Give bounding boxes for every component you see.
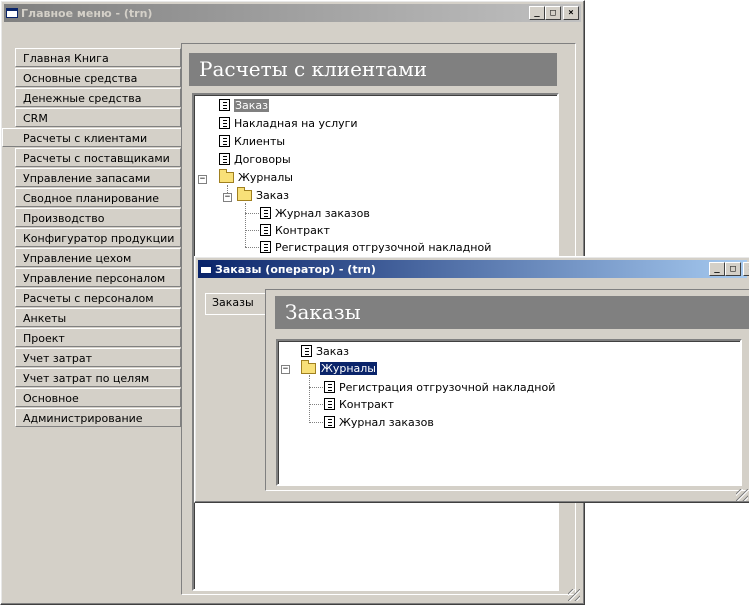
tree-node-order[interactable]: Заказ (301, 343, 349, 359)
document-icon (219, 135, 230, 147)
nav-item-fixed-assets[interactable]: Основные средства (15, 68, 181, 87)
nav-item-cash[interactable]: Денежные средства (15, 88, 181, 107)
nav-item-supplier-settlements[interactable]: Расчеты с поставщиками (15, 148, 181, 167)
tree-node-service-invoice[interactable]: Накладная на услуги (219, 115, 358, 131)
nav-item-questionnaires[interactable]: Анкеты (15, 308, 181, 327)
document-icon (219, 153, 230, 165)
module-tab-list: Главная Книга Основные средства Денежные… (2, 48, 181, 428)
nav-item-product-configurator[interactable]: Конфигуратор продукции (15, 228, 181, 247)
document-icon (260, 241, 271, 253)
document-icon (219, 117, 230, 129)
nav-item-target-costing[interactable]: Учет затрат по целям (15, 368, 181, 387)
nav-item-production[interactable]: Производство (15, 208, 181, 227)
close-icon[interactable]: × (743, 262, 749, 276)
folder-icon (237, 186, 252, 201)
tree-node-shipping-registration[interactable]: Регистрация отгрузочной накладной (324, 379, 555, 395)
document-icon (219, 99, 230, 111)
tab-orders[interactable]: Заказы (205, 293, 265, 315)
folder-icon (219, 168, 234, 183)
nav-item-general-ledger[interactable]: Главная Книга (15, 48, 181, 67)
orders-page-title: Заказы (275, 296, 749, 329)
nav-item-project[interactable]: Проект (15, 328, 181, 347)
nav-item-hr[interactable]: Управление персоналом (15, 268, 181, 287)
tree-node-orders-journal[interactable]: Журнал заказов (324, 414, 434, 430)
main-window-titlebar[interactable]: Главное меню - (trn) _ □ × (4, 4, 581, 22)
document-icon (260, 224, 271, 236)
tree-node-orders-journal[interactable]: Журнал заказов (260, 205, 370, 221)
nav-item-master-planning[interactable]: Сводное планирование (15, 188, 181, 207)
nav-item-inventory[interactable]: Управление запасами (15, 168, 181, 187)
nav-item-cost-accounting[interactable]: Учет затрат (15, 348, 181, 367)
nav-item-payroll[interactable]: Расчеты с персоналом (15, 288, 181, 307)
nav-item-basic[interactable]: Основное (15, 388, 181, 407)
orders-tree-view[interactable]: Заказ − Журналы Регистрация отгрузочной … (276, 339, 742, 486)
main-window-title: Главное меню - (trn) (21, 6, 153, 20)
window-icon (6, 8, 18, 18)
collapse-icon[interactable]: − (223, 193, 232, 202)
tree-node-order-folder[interactable]: Заказ (237, 186, 289, 203)
tree-node-contract[interactable]: Контракт (260, 222, 330, 238)
maximize-icon[interactable]: □ (725, 262, 741, 276)
page-title: Расчеты с клиентами (189, 53, 557, 86)
nav-item-shop-floor[interactable]: Управление цехом (15, 248, 181, 267)
tree-node-journals[interactable]: Журналы (219, 168, 293, 185)
minimize-icon[interactable]: _ (529, 6, 545, 20)
window-icon (200, 264, 212, 274)
nav-item-crm[interactable]: CRM (15, 108, 181, 127)
folder-icon (301, 359, 316, 374)
collapse-icon[interactable]: − (281, 365, 290, 374)
nav-item-administration[interactable]: Администрирование (15, 408, 181, 427)
tree-node-contracts[interactable]: Договоры (219, 151, 291, 167)
tree-node-order[interactable]: Заказ (219, 97, 270, 113)
minimize-icon[interactable]: _ (709, 262, 725, 276)
document-icon (260, 207, 271, 219)
orders-window-titlebar[interactable]: Заказы (оператор) - (trn) _ □ × (198, 260, 749, 278)
maximize-icon[interactable]: □ (545, 6, 561, 20)
tree-node-contract[interactable]: Контракт (324, 396, 394, 412)
tree-node-customers[interactable]: Клиенты (219, 133, 285, 149)
nav-item-customer-settlements[interactable]: Расчеты с клиентами (2, 128, 181, 147)
resize-grip-icon[interactable] (736, 489, 748, 501)
document-icon (324, 398, 335, 410)
tree-node-journals[interactable]: Журналы (301, 359, 378, 376)
close-icon[interactable]: × (563, 6, 579, 20)
collapse-icon[interactable]: − (198, 175, 207, 184)
document-icon (301, 345, 312, 357)
tree-node-shipping-registration[interactable]: Регистрация отгрузочной накладной (260, 239, 491, 255)
document-icon (324, 381, 335, 393)
resize-grip-icon[interactable] (568, 589, 580, 601)
orders-window-title: Заказы (оператор) - (trn) (215, 262, 376, 276)
document-icon (324, 416, 335, 428)
